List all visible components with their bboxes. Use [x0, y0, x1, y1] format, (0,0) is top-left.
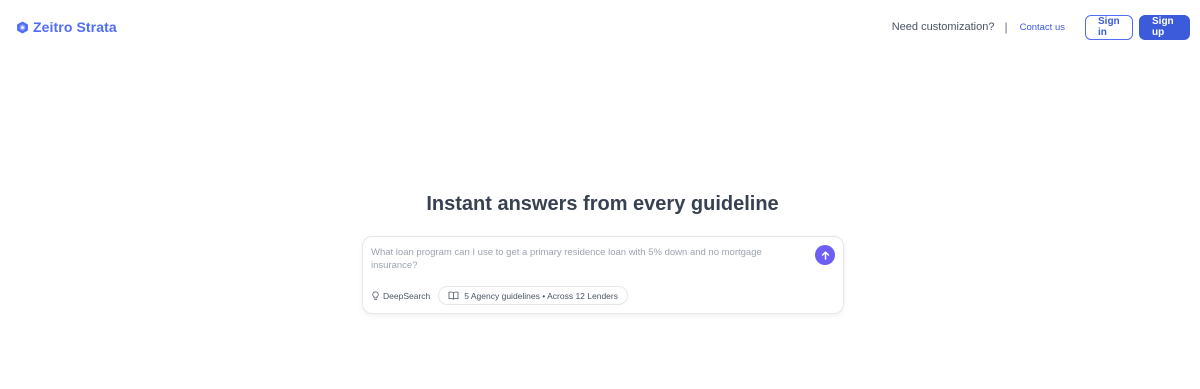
contact-us-link[interactable]: Contact us: [1020, 22, 1065, 33]
brand-name: Zeitro Strata: [33, 19, 117, 35]
need-customization-text: Need customization?: [891, 21, 995, 33]
brand-logo[interactable]: Zeitro Strata: [16, 19, 117, 35]
sign-up-button[interactable]: Sign up: [1139, 14, 1190, 40]
arrow-up-icon: [821, 250, 829, 260]
sign-in-button[interactable]: Sign in: [1085, 14, 1133, 40]
ask-card: DeepSearch 5 Agency guidelines • Across …: [362, 236, 844, 314]
hexagon-logo-icon: [17, 21, 28, 33]
guidelines-label: 5 Agency guidelines • Across 12 Lenders: [464, 290, 618, 301]
send-button[interactable]: [815, 245, 835, 265]
lightbulb-icon: [372, 290, 379, 300]
guidelines-chip[interactable]: 5 Agency guidelines • Across 12 Lenders: [438, 286, 628, 305]
hero-title: Instant answers from every guideline: [426, 193, 779, 215]
question-input[interactable]: [371, 246, 801, 278]
top-navbar: Zeitro Strata Need customization? | Cont…: [0, 0, 1200, 54]
deepsearch-label: DeepSearch: [383, 290, 431, 301]
nav-actions: Need customization? | Contact us Sign in…: [891, 14, 1190, 40]
nav-separator: |: [1004, 20, 1008, 34]
book-open-icon: [448, 291, 459, 300]
ask-options: DeepSearch 5 Agency guidelines • Across …: [371, 286, 628, 305]
deepsearch-toggle[interactable]: DeepSearch: [371, 287, 430, 305]
